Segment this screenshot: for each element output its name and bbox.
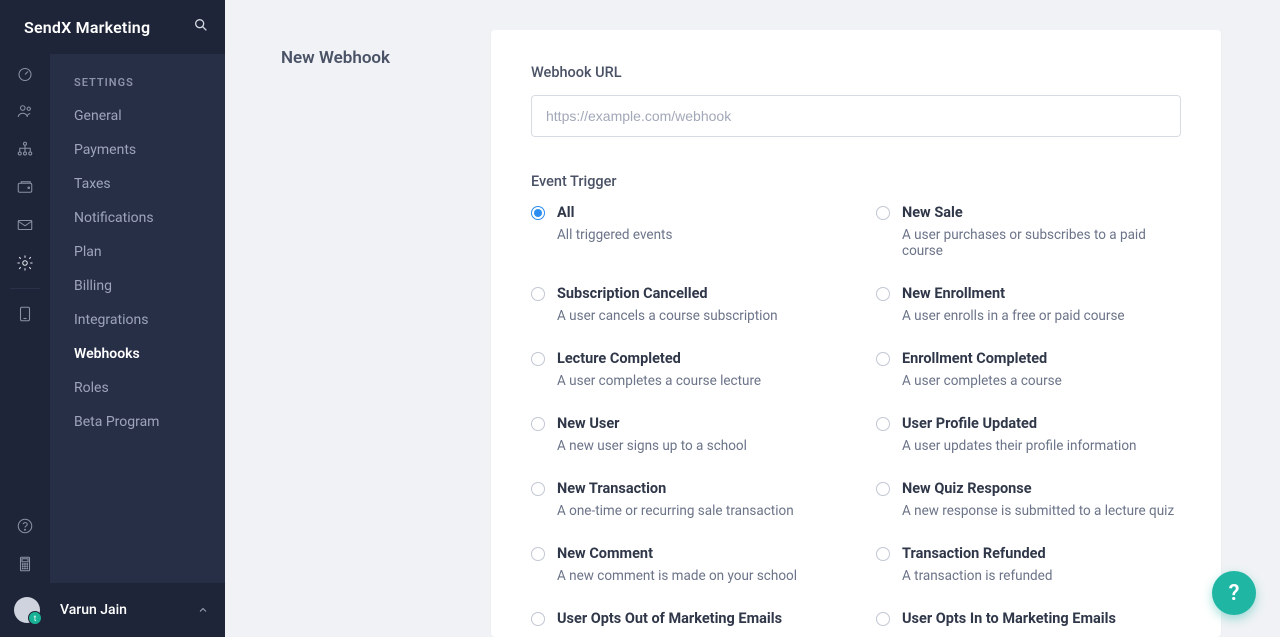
event-desc: A new response is submitted to a lecture… xyxy=(902,503,1181,519)
dashboard-icon[interactable] xyxy=(0,54,50,92)
event-option[interactable]: Subscription Cancelled A user cancels a c… xyxy=(531,285,836,324)
mail-icon[interactable] xyxy=(0,206,50,244)
event-title: Transaction Refunded xyxy=(902,545,1181,562)
event-option[interactable]: New Enrollment A user enrolls in a free o… xyxy=(876,285,1181,324)
sidebar-header: SendX Marketing xyxy=(0,0,225,54)
radio-button[interactable] xyxy=(876,482,890,496)
search-icon[interactable] xyxy=(193,17,209,37)
event-title: User Opts In to Marketing Emails xyxy=(902,610,1181,627)
event-option[interactable]: Enrollment Completed A user completes a c… xyxy=(876,350,1181,389)
sidebar-section-title: SETTINGS xyxy=(50,54,225,99)
sidebar-item-payments[interactable]: Payments xyxy=(50,133,225,167)
event-desc: A user enrolls in a free or paid course xyxy=(902,308,1181,324)
tablet-icon[interactable] xyxy=(0,295,50,333)
event-option[interactable]: User Opts Out of Marketing Emails xyxy=(531,610,836,633)
event-title: User Profile Updated xyxy=(902,415,1181,432)
event-title: Enrollment Completed xyxy=(902,350,1181,367)
sidebar-item-plan[interactable]: Plan xyxy=(50,235,225,269)
event-title: New Comment xyxy=(557,545,836,562)
event-title: Subscription Cancelled xyxy=(557,285,836,302)
event-desc: A user completes a course xyxy=(902,373,1181,389)
radio-button[interactable] xyxy=(876,547,890,561)
main-content: New Webhook Webhook URL Event Trigger Al… xyxy=(225,0,1280,637)
sidebar-item-webhooks[interactable]: Webhooks xyxy=(50,337,225,371)
event-desc: A user cancels a course subscription xyxy=(557,308,836,324)
event-desc: A user purchases or subscribes to a paid… xyxy=(902,227,1181,259)
event-desc: A one-time or recurring sale transaction xyxy=(557,503,836,519)
event-desc: A user completes a course lecture xyxy=(557,373,836,389)
webhook-card: Webhook URL Event Trigger All All trigger… xyxy=(491,30,1221,637)
sidebar-item-integrations[interactable]: Integrations xyxy=(50,303,225,337)
event-title: New User xyxy=(557,415,836,432)
sidebar-item-general[interactable]: General xyxy=(50,99,225,133)
event-desc: All triggered events xyxy=(557,227,836,243)
radio-button[interactable] xyxy=(876,352,890,366)
calculator-icon[interactable] xyxy=(0,545,50,583)
event-option[interactable]: User Opts In to Marketing Emails xyxy=(876,610,1181,633)
event-option[interactable]: User Profile Updated A user updates their… xyxy=(876,415,1181,454)
event-desc: A new comment is made on your school xyxy=(557,568,836,584)
radio-button[interactable] xyxy=(531,287,545,301)
gear-icon[interactable] xyxy=(0,244,50,282)
event-title: New Enrollment xyxy=(902,285,1181,302)
radio-button[interactable] xyxy=(531,417,545,431)
brand-title: SendX Marketing xyxy=(24,18,150,37)
sitemap-icon[interactable] xyxy=(0,130,50,168)
event-desc: A new user signs up to a school xyxy=(557,438,836,454)
event-title: All xyxy=(557,204,836,221)
event-option[interactable]: Lecture Completed A user completes a cour… xyxy=(531,350,836,389)
radio-button[interactable] xyxy=(876,206,890,220)
radio-button[interactable] xyxy=(531,612,545,626)
radio-button[interactable] xyxy=(531,206,545,220)
event-title: New Sale xyxy=(902,204,1181,221)
event-trigger-label: Event Trigger xyxy=(531,173,1181,190)
chevron-up-icon xyxy=(197,601,209,620)
event-title: New Quiz Response xyxy=(902,480,1181,497)
event-option[interactable]: New User A new user signs up to a school xyxy=(531,415,836,454)
sidebar-item-roles[interactable]: Roles xyxy=(50,371,225,405)
avatar[interactable] xyxy=(14,597,40,623)
radio-button[interactable] xyxy=(531,547,545,561)
user-name: Varun Jain xyxy=(60,602,197,618)
radio-button[interactable] xyxy=(531,352,545,366)
radio-button[interactable] xyxy=(876,612,890,626)
event-title: New Transaction xyxy=(557,480,836,497)
event-desc: A transaction is refunded xyxy=(902,568,1181,584)
event-title: User Opts Out of Marketing Emails xyxy=(557,610,836,627)
sidebar-item-beta-program[interactable]: Beta Program xyxy=(50,405,225,439)
radio-button[interactable] xyxy=(876,417,890,431)
help-icon[interactable] xyxy=(0,507,50,545)
event-option[interactable]: All All triggered events xyxy=(531,204,836,259)
radio-button[interactable] xyxy=(876,287,890,301)
sidebar-item-taxes[interactable]: Taxes xyxy=(50,167,225,201)
event-option[interactable]: Transaction Refunded A transaction is ref… xyxy=(876,545,1181,584)
webhook-url-input[interactable] xyxy=(531,95,1181,137)
event-option[interactable]: New Transaction A one-time or recurring s… xyxy=(531,480,836,519)
event-option[interactable]: New Sale A user purchases or subscribes t… xyxy=(876,204,1181,259)
radio-button[interactable] xyxy=(531,482,545,496)
page-title: New Webhook xyxy=(281,30,491,637)
event-title: Lecture Completed xyxy=(557,350,836,367)
event-option[interactable]: New Comment A new comment is made on your… xyxy=(531,545,836,584)
help-fab[interactable]: ? xyxy=(1212,571,1256,615)
event-option[interactable]: New Quiz Response A new response is submi… xyxy=(876,480,1181,519)
event-desc: A user updates their profile information xyxy=(902,438,1181,454)
webhook-url-label: Webhook URL xyxy=(531,64,1181,81)
icon-rail xyxy=(0,0,50,637)
sidebar-item-billing[interactable]: Billing xyxy=(50,269,225,303)
users-icon[interactable] xyxy=(0,92,50,130)
wallet-icon[interactable] xyxy=(0,168,50,206)
sidebar: SendX Marketing SETTINGS GeneralPayments… xyxy=(50,0,225,637)
event-trigger-grid: All All triggered events New Sale A user pu… xyxy=(531,204,1181,633)
sidebar-item-notifications[interactable]: Notifications xyxy=(50,201,225,235)
sidebar-footer[interactable]: Varun Jain xyxy=(0,583,225,637)
